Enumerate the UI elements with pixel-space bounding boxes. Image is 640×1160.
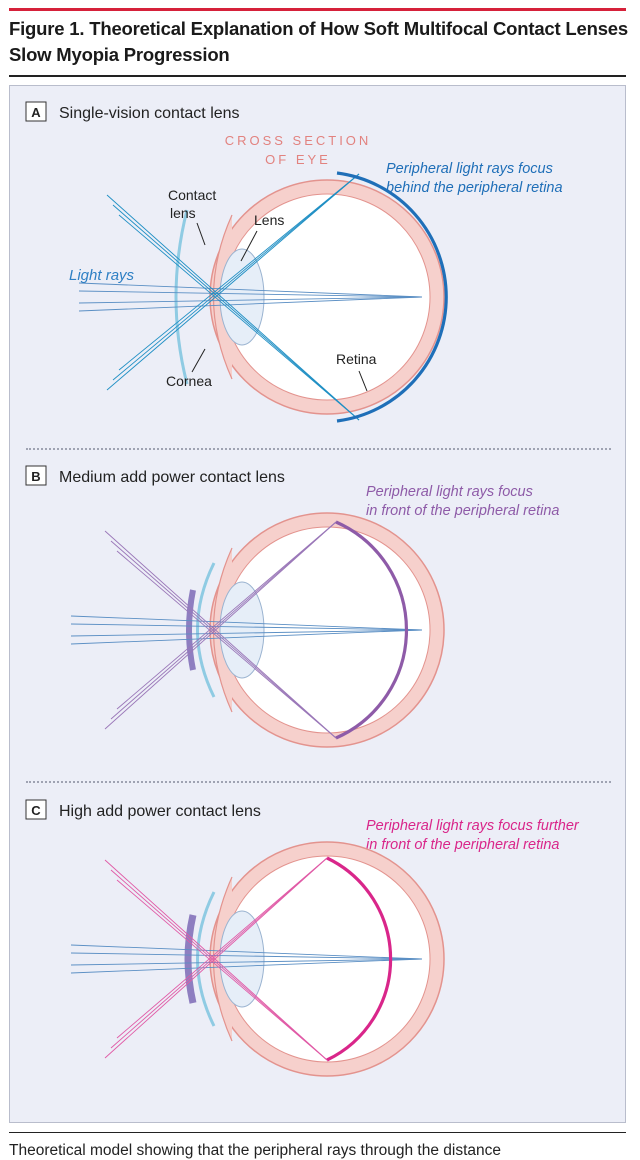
eye-c-lens xyxy=(219,910,265,1008)
lens-label: Lens xyxy=(254,212,284,228)
figure-caption: Theoretical model showing that the perip… xyxy=(9,1132,626,1160)
panel-b: B Medium add power contact lens Peripher… xyxy=(25,465,559,748)
panel-c-note-2: in front of the peripheral retina xyxy=(366,837,559,853)
figure-title: Figure 1. Theoretical Explanation of How… xyxy=(9,18,628,65)
contact-lens-label-1: Contact xyxy=(168,187,216,203)
eye-c-add-zone xyxy=(184,914,197,1004)
panel-separator-ab xyxy=(26,448,611,450)
eye-a-lens xyxy=(219,248,265,346)
panel-b-title: Medium add power contact lens xyxy=(59,469,285,486)
title-rule xyxy=(9,75,626,77)
light-rays-label: Light rays xyxy=(69,267,135,284)
retina-label: Retina xyxy=(336,351,377,367)
panel-b-letter: B xyxy=(31,469,40,484)
contact-lens-label-2: lens xyxy=(170,205,196,221)
panel-b-note-1: Peripheral light rays focus xyxy=(366,484,533,500)
panel-c: C High add power contact lens Peripheral… xyxy=(25,799,580,1077)
eye-b-add-zone xyxy=(186,589,196,671)
cornea-label: Cornea xyxy=(166,373,212,389)
eye-b xyxy=(70,512,445,748)
cross-section-label-2: OF EYE xyxy=(265,152,331,167)
eye-a-contact-lens xyxy=(174,209,189,385)
panel-a-note-2: behind the peripheral retina xyxy=(386,180,563,196)
panel-a: A Single-vision contact lens CROSS SECTI… xyxy=(25,101,563,423)
panel-a-letter: A xyxy=(31,105,41,120)
eye-b-lens xyxy=(219,581,265,679)
panel-separator-bc xyxy=(26,781,611,783)
cross-section-label-1: CROSS SECTION xyxy=(225,133,372,148)
eye-a xyxy=(78,171,448,423)
cornea-pointer xyxy=(191,348,206,373)
panel-c-letter: C xyxy=(31,803,41,818)
top-accent-bar xyxy=(9,8,626,11)
panel-b-note-2: in front of the peripheral retina xyxy=(366,503,559,519)
panel-a-note-1: Peripheral light rays focus xyxy=(386,161,553,177)
eye-diagram-figure: A Single-vision contact lens CROSS SECTI… xyxy=(25,101,580,1077)
panel-c-note-1: Peripheral light rays focus further xyxy=(366,818,580,834)
panel-a-title: Single-vision contact lens xyxy=(59,105,240,122)
contact-lens-pointer xyxy=(196,222,206,246)
panel-c-title: High add power contact lens xyxy=(59,803,261,820)
eye-c xyxy=(70,841,445,1077)
